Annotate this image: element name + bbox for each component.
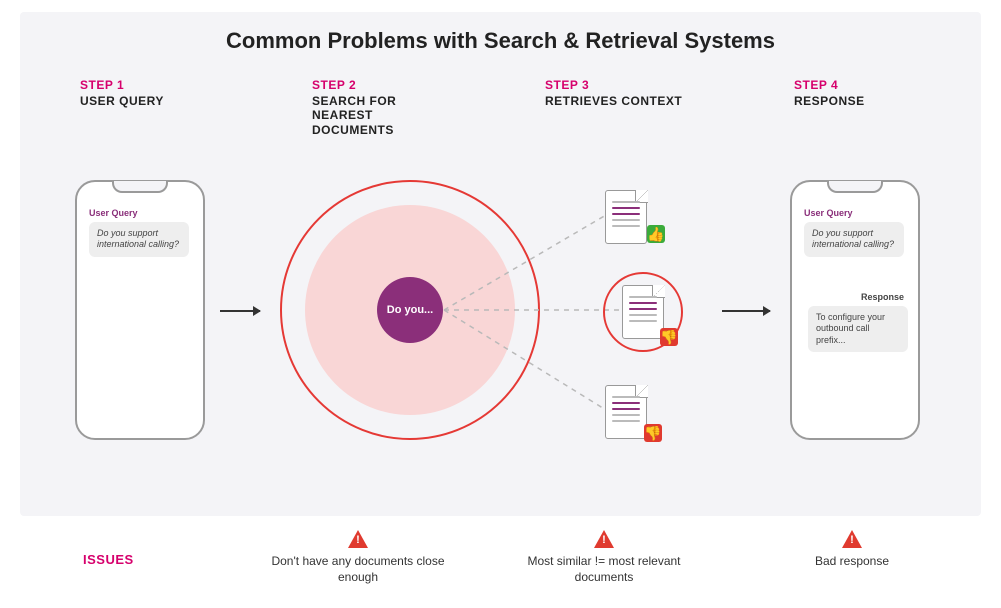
user-query-label-2: User Query — [804, 208, 853, 218]
step-label-1: STEP 1 USER QUERY — [80, 78, 164, 108]
search-space-circle: Do you... — [280, 180, 540, 440]
issue-2: Most similar != most relevant documents — [504, 530, 704, 585]
step-num-2: STEP 2 — [312, 78, 356, 92]
diagram-page: Common Problems with Search & Retrieval … — [0, 0, 1001, 608]
phone-user-query: User Query Do you support international … — [75, 180, 205, 440]
issue-3-text: Bad response — [752, 554, 952, 570]
query-embedding-core: Do you... — [377, 277, 443, 343]
step-num-1: STEP 1 — [80, 78, 124, 92]
query-embedding-text: Do you... — [387, 304, 433, 317]
document-lines — [629, 296, 657, 326]
step-txt-1: USER QUERY — [80, 94, 164, 108]
response-label: Response — [861, 292, 904, 302]
issues-heading: ISSUES — [83, 552, 134, 567]
user-query-label: User Query — [89, 208, 138, 218]
document-lines — [612, 201, 640, 231]
step-label-3: STEP 3 RETRIEVES CONTEXT — [545, 78, 682, 108]
page-title: Common Problems with Search & Retrieval … — [0, 28, 1001, 54]
step-num-4: STEP 4 — [794, 78, 838, 92]
user-query-bubble-2: Do you support international calling? — [804, 222, 904, 257]
step-label-2: STEP 2 SEARCH FOR NEAREST DOCUMENTS — [312, 78, 396, 137]
response-bubble: To configure your outbound call prefix..… — [808, 306, 908, 352]
step-txt-4: RESPONSE — [794, 94, 865, 108]
document-2 — [622, 285, 664, 339]
warning-icon — [348, 530, 368, 548]
issue-2-text: Most similar != most relevant documents — [504, 554, 704, 585]
phone-response: User Query Do you support international … — [790, 180, 920, 440]
arrow-step1-to-step2 — [220, 310, 260, 312]
issue-3: Bad response — [752, 530, 952, 570]
user-query-bubble: Do you support international calling? — [89, 222, 189, 257]
issue-1: Don't have any documents close enough — [258, 530, 458, 585]
thumbs-down-icon: 👎 — [660, 328, 678, 346]
thumbs-down-icon: 👎 — [644, 424, 662, 442]
document-1 — [605, 190, 647, 244]
warning-icon — [594, 530, 614, 548]
step-num-3: STEP 3 — [545, 78, 589, 92]
phone-notch — [827, 181, 883, 193]
issue-1-text: Don't have any documents close enough — [258, 554, 458, 585]
document-lines — [612, 396, 640, 426]
document-3 — [605, 385, 647, 439]
arrow-step3-to-step4 — [722, 310, 770, 312]
step-label-4: STEP 4 RESPONSE — [794, 78, 865, 108]
phone-notch — [112, 181, 168, 193]
thumbs-up-icon: 👍 — [647, 225, 665, 243]
step-txt-3: RETRIEVES CONTEXT — [545, 94, 682, 108]
step-txt-2: SEARCH FOR NEAREST DOCUMENTS — [312, 94, 396, 137]
warning-icon — [842, 530, 862, 548]
